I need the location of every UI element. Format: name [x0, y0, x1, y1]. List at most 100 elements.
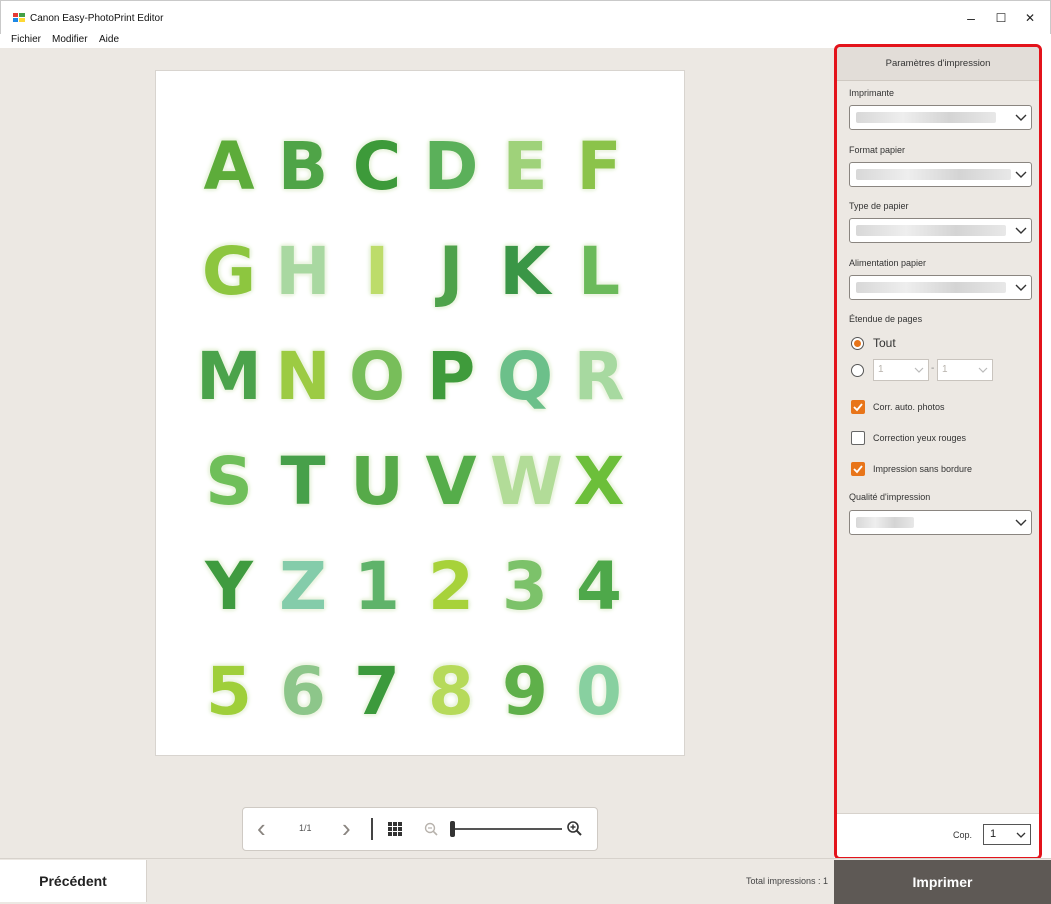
letter-sticker-f[interactable]: F [564, 127, 634, 207]
letter-sticker-u[interactable]: U [342, 442, 412, 522]
paper-size-select[interactable] [849, 162, 1032, 187]
maximize-button[interactable]: ☐ [990, 10, 1012, 26]
printer-select[interactable] [849, 105, 1032, 130]
letter-sticker-r[interactable]: R [564, 337, 634, 417]
paper-size-label: Format papier [849, 145, 906, 155]
letter-sticker-4[interactable]: 4 [564, 547, 634, 627]
panel-footer: Cop. 1 [837, 813, 1039, 857]
range-to-select[interactable]: 1 [937, 359, 993, 381]
check-icon [853, 465, 863, 474]
total-prints: Total impressions : 1 [745, 876, 828, 886]
copies-label: Cop. [953, 830, 973, 840]
chevron-down-icon [1015, 114, 1027, 121]
print-quality-value-redacted [856, 517, 914, 528]
letter-sticker-k[interactable]: K [490, 232, 560, 312]
app-logo-icon [13, 13, 25, 22]
letter-sticker-z[interactable]: Z [268, 547, 338, 627]
borderless-label: Impression sans bordure [873, 464, 973, 474]
range-all-radio[interactable] [851, 337, 864, 350]
borderless-checkbox[interactable] [851, 462, 865, 476]
letter-sticker-c[interactable]: C [342, 127, 412, 207]
auto-photo-fix-label: Corr. auto. photos [873, 402, 945, 412]
panel-title: Paramètres d'impression [837, 47, 1039, 81]
red-eye-label: Correction yeux rouges [873, 433, 967, 443]
chevron-down-icon [1016, 832, 1026, 838]
letter-sticker-s[interactable]: S [194, 442, 264, 522]
letter-sticker-8[interactable]: 8 [416, 652, 486, 732]
zoom-out-icon[interactable] [424, 822, 438, 836]
range-from-select[interactable]: 1 [873, 359, 929, 381]
paper-type-value-redacted [856, 225, 1006, 236]
next-page-button[interactable]: › [342, 814, 351, 842]
chevron-down-icon [1015, 171, 1027, 178]
paper-preview[interactable]: ABCDEF GHIJKL MNOPQR STUVWX YZ1234 567890 [155, 70, 685, 756]
printer-value-redacted [856, 112, 996, 123]
letter-sticker-6[interactable]: 6 [268, 652, 338, 732]
letter-sticker-5[interactable]: 5 [194, 652, 264, 732]
separator [371, 818, 373, 840]
letter-sticker-0[interactable]: 0 [564, 652, 634, 732]
range-from-value: 1 [878, 364, 884, 375]
letter-sticker-d[interactable]: D [416, 127, 486, 207]
letter-sticker-7[interactable]: 7 [342, 652, 412, 732]
letter-sticker-t[interactable]: T [268, 442, 338, 522]
letter-sticker-h[interactable]: H [268, 232, 338, 312]
letter-sticker-n[interactable]: N [268, 337, 338, 417]
letter-sticker-q[interactable]: Q [490, 337, 560, 417]
chevron-down-icon [1015, 227, 1027, 234]
zoom-slider-thumb[interactable] [450, 821, 455, 837]
zoom-in-icon[interactable] [566, 820, 582, 836]
page-range-label: Étendue de pages [849, 314, 923, 324]
printer-label: Imprimante [849, 88, 895, 98]
letter-sticker-o[interactable]: O [342, 337, 412, 417]
minimize-button[interactable]: – [960, 10, 982, 26]
auto-photo-fix-checkbox[interactable] [851, 400, 865, 414]
page-indicator: 1/1 [299, 823, 312, 833]
menu-aide[interactable]: Aide [99, 34, 119, 45]
letter-sticker-e[interactable]: E [490, 127, 560, 207]
letter-sticker-w[interactable]: W [490, 442, 563, 522]
letter-sticker-2[interactable]: 2 [416, 547, 486, 627]
menu-modifier[interactable]: Modifier [52, 34, 88, 45]
print-quality-select[interactable] [849, 510, 1032, 535]
chevron-down-icon [1015, 519, 1027, 526]
previous-button[interactable]: Précédent [0, 860, 147, 902]
red-eye-checkbox[interactable] [851, 431, 865, 445]
range-separator: - [931, 363, 935, 374]
letter-sticker-g[interactable]: G [194, 232, 264, 312]
paper-source-select[interactable] [849, 275, 1032, 300]
letter-sticker-p[interactable]: P [416, 337, 486, 417]
letter-sticker-9[interactable]: 9 [490, 652, 560, 732]
copies-select[interactable]: 1 [983, 824, 1031, 845]
print-button[interactable]: Imprimer [834, 860, 1051, 904]
zoom-slider[interactable] [450, 828, 562, 830]
letter-sticker-1[interactable]: 1 [342, 547, 412, 627]
range-to-value: 1 [942, 364, 948, 375]
paper-type-label: Type de papier [849, 201, 909, 211]
grid-view-icon[interactable] [388, 822, 402, 836]
previous-page-button[interactable]: ‹ [257, 814, 266, 842]
letter-sticker-l[interactable]: L [564, 232, 634, 312]
chevron-down-icon [914, 367, 924, 373]
print-settings-panel: Paramètres d'impression Imprimante Forma… [834, 44, 1042, 860]
check-icon [853, 403, 863, 412]
letter-sticker-i[interactable]: I [342, 232, 412, 312]
paper-source-value-redacted [856, 282, 1006, 293]
copies-value: 1 [990, 828, 997, 840]
close-button[interactable]: ✕ [1019, 10, 1041, 26]
letter-sticker-m[interactable]: M [194, 337, 264, 417]
letter-sticker-a[interactable]: A [194, 127, 264, 207]
range-custom-radio[interactable] [851, 364, 864, 377]
page-navigator: ‹ 1/1 › [242, 807, 598, 851]
letter-sticker-y[interactable]: Y [194, 547, 264, 627]
letter-sticker-b[interactable]: B [268, 127, 338, 207]
paper-type-select[interactable] [849, 218, 1032, 243]
range-all-label: Tout [873, 336, 896, 350]
menu-fichier[interactable]: Fichier [11, 34, 41, 45]
letter-sticker-v[interactable]: V [416, 442, 486, 522]
letter-sticker-x[interactable]: X [564, 442, 634, 522]
letter-sticker-3[interactable]: 3 [490, 547, 560, 627]
print-quality-label: Qualité d'impression [849, 492, 931, 502]
letter-sticker-j[interactable]: J [416, 232, 486, 312]
window-title: Canon Easy-PhotoPrint Editor [30, 13, 164, 24]
